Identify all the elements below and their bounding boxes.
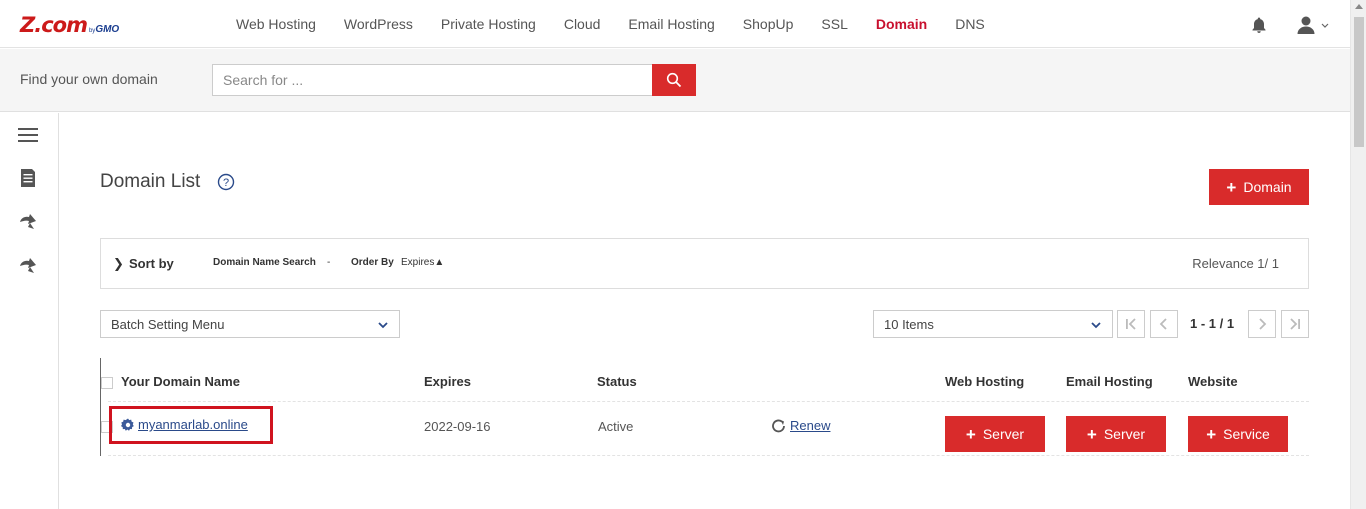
- next-page-button[interactable]: [1248, 310, 1276, 338]
- add-domain-label: Domain: [1243, 179, 1292, 195]
- th-expires[interactable]: Expires: [424, 374, 471, 389]
- nav-dns[interactable]: DNS: [955, 16, 985, 32]
- main-menu: Web Hosting WordPress Private Hosting Cl…: [222, 0, 999, 48]
- user-icon: [1297, 16, 1315, 34]
- user-menu[interactable]: [1296, 15, 1330, 35]
- th-website: Website: [1188, 374, 1238, 389]
- domain-search-bar: Find your own domain: [0, 49, 1350, 112]
- renew-cell: Renew: [771, 418, 830, 433]
- renew-link[interactable]: Renew: [790, 418, 830, 433]
- prev-page-button[interactable]: [1150, 310, 1178, 338]
- domain-cell: myanmarlab.online: [121, 417, 248, 432]
- search-label: Find your own domain: [20, 71, 158, 87]
- chevron-down-icon: [378, 322, 388, 329]
- chevron-right-icon[interactable]: ❯: [113, 256, 124, 272]
- nav-email-hosting[interactable]: Email Hosting: [628, 16, 714, 32]
- nav-cloud[interactable]: Cloud: [564, 16, 601, 32]
- document-icon[interactable]: [17, 167, 39, 189]
- scroll-up-arrow[interactable]: [1355, 4, 1363, 9]
- th-status: Status: [597, 374, 637, 389]
- plus-icon: +: [965, 424, 976, 444]
- gear-icon[interactable]: [121, 418, 135, 432]
- order-by-label: Order By: [351, 257, 394, 268]
- search-button[interactable]: [652, 64, 696, 96]
- sort-dash: -: [327, 257, 331, 268]
- sort-panel[interactable]: ❯ Sort by Domain Name Search - Order By …: [100, 238, 1309, 289]
- th-domain-name: Your Domain Name: [121, 374, 240, 389]
- bell-icon[interactable]: [1250, 16, 1268, 34]
- page-title: Domain List: [100, 171, 201, 192]
- nav-shopup[interactable]: ShopUp: [743, 16, 794, 32]
- website-service-label: Service: [1223, 426, 1270, 442]
- first-page-button[interactable]: [1117, 310, 1145, 338]
- domain-search-input[interactable]: [212, 64, 653, 96]
- plus-icon: +: [1086, 424, 1097, 444]
- order-by-value: Expires▲: [401, 257, 445, 268]
- first-page-icon: [1126, 318, 1136, 330]
- search-icon: [666, 72, 682, 88]
- web-hosting-server-button[interactable]: + Server: [945, 416, 1045, 452]
- status-value: Active: [598, 419, 634, 434]
- chevron-down-icon: [1091, 322, 1101, 329]
- redirect-arrow-icon[interactable]: [17, 211, 39, 233]
- items-per-page-value: 10 Items: [884, 316, 934, 332]
- batch-setting-menu-value: Batch Setting Menu: [111, 316, 225, 332]
- nav-web-hosting[interactable]: Web Hosting: [236, 16, 316, 32]
- add-domain-button[interactable]: + Domain: [1209, 169, 1309, 205]
- items-per-page-select[interactable]: 10 Items: [873, 310, 1113, 338]
- email-hosting-server-button[interactable]: + Server: [1066, 416, 1166, 452]
- header-separator: [108, 401, 1309, 402]
- chevron-down-icon: [1321, 23, 1329, 28]
- nav-domain[interactable]: Domain: [876, 16, 927, 32]
- redirect-arrow-icon[interactable]: [17, 255, 39, 277]
- last-page-button[interactable]: [1281, 310, 1309, 338]
- row-separator: [108, 455, 1309, 456]
- scroll-thumb[interactable]: [1354, 17, 1364, 147]
- email-hosting-server-label: Server: [1103, 426, 1146, 442]
- domain-name-search-label: Domain Name Search: [213, 257, 316, 268]
- logo-main-text: Z.com: [20, 13, 88, 37]
- zcom-logo[interactable]: Z.com by GMO: [20, 13, 120, 37]
- logo-gmo-text: GMO: [95, 24, 120, 35]
- nav-wordpress[interactable]: WordPress: [344, 16, 413, 32]
- page-scrollbar[interactable]: [1350, 0, 1366, 509]
- batch-setting-menu-select[interactable]: Batch Setting Menu: [100, 310, 400, 338]
- page-range: 1 - 1 / 1: [1190, 316, 1235, 331]
- website-service-button[interactable]: + Service: [1188, 416, 1288, 452]
- svg-text:?: ?: [223, 177, 229, 189]
- plus-icon: +: [1226, 177, 1237, 197]
- relevance-text: Relevance 1/ 1: [1192, 256, 1279, 271]
- sort-by-label[interactable]: Sort by: [129, 256, 174, 271]
- nav-private-hosting[interactable]: Private Hosting: [441, 16, 536, 32]
- web-hosting-server-label: Server: [982, 426, 1025, 442]
- domain-name-link[interactable]: myanmarlab.online: [138, 417, 248, 432]
- select-all-checkbox[interactable]: [101, 377, 113, 389]
- help-icon[interactable]: ?: [217, 173, 235, 191]
- nav-ssl[interactable]: SSL: [821, 16, 847, 32]
- plus-icon: +: [1206, 424, 1217, 444]
- sidebar: [0, 113, 59, 509]
- expires-value: 2022-09-16: [424, 419, 491, 434]
- th-web-hosting: Web Hosting: [945, 374, 1025, 389]
- chevron-right-icon: [1259, 318, 1267, 330]
- top-navigation: Z.com by GMO Web Hosting WordPress Priva…: [0, 0, 1350, 48]
- th-email-hosting: Email Hosting: [1066, 374, 1153, 389]
- renew-icon[interactable]: [771, 419, 787, 433]
- chevron-left-icon: [1159, 318, 1167, 330]
- last-page-icon: [1290, 318, 1300, 330]
- table-left-border: [100, 358, 101, 456]
- menu-icon[interactable]: [17, 124, 39, 146]
